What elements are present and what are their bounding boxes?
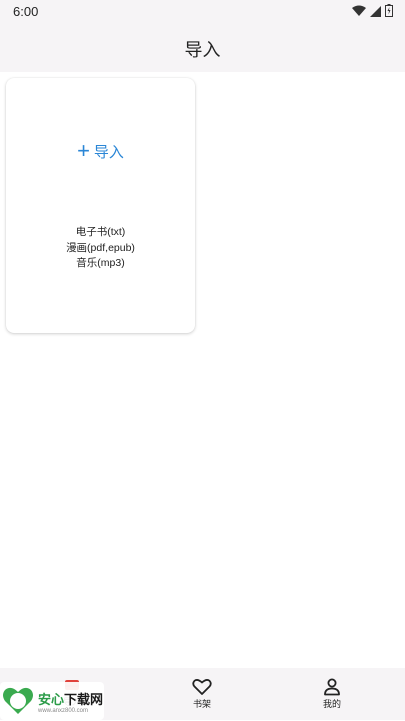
battery-icon [385,4,393,17]
status-icons [352,4,393,17]
person-icon [302,678,362,696]
page-title: 导入 [184,40,221,60]
wifi-icon [352,5,366,17]
watermark-title: 安心下载网 [38,692,104,707]
watermark-logo-icon [2,686,34,721]
import-button-label: 导入 [93,143,124,161]
status-time: 6:00 [13,4,39,19]
format-comic: 漫画(pdf,epub) [66,241,135,254]
watermark: 安心下载网 www.anxz800.com [0,682,104,720]
format-ebook: 电子书(txt) [75,226,126,238]
import-button[interactable]: + 导入 [6,140,195,162]
heart-icon [172,678,232,696]
format-music: 音乐(mp3) [76,257,125,269]
watermark-url: www.anxz800.com [38,708,89,714]
supported-formats: 电子书(txt) 漫画(pdf,epub) 音乐(mp3) [6,225,195,272]
nav-item-mine[interactable]: 我的 [302,678,362,710]
nav-item-bookshelf[interactable]: 书架 [172,678,232,710]
nav-item-label: 书架 [192,699,211,709]
plus-icon: + [77,138,90,163]
import-card[interactable]: + 导入 电子书(txt) 漫画(pdf,epub) 音乐(mp3) [6,78,195,333]
app-bar: 导入 [0,24,405,72]
signal-icon [370,5,381,17]
status-bar: 6:00 [0,0,405,24]
nav-item-label: 我的 [322,699,341,709]
